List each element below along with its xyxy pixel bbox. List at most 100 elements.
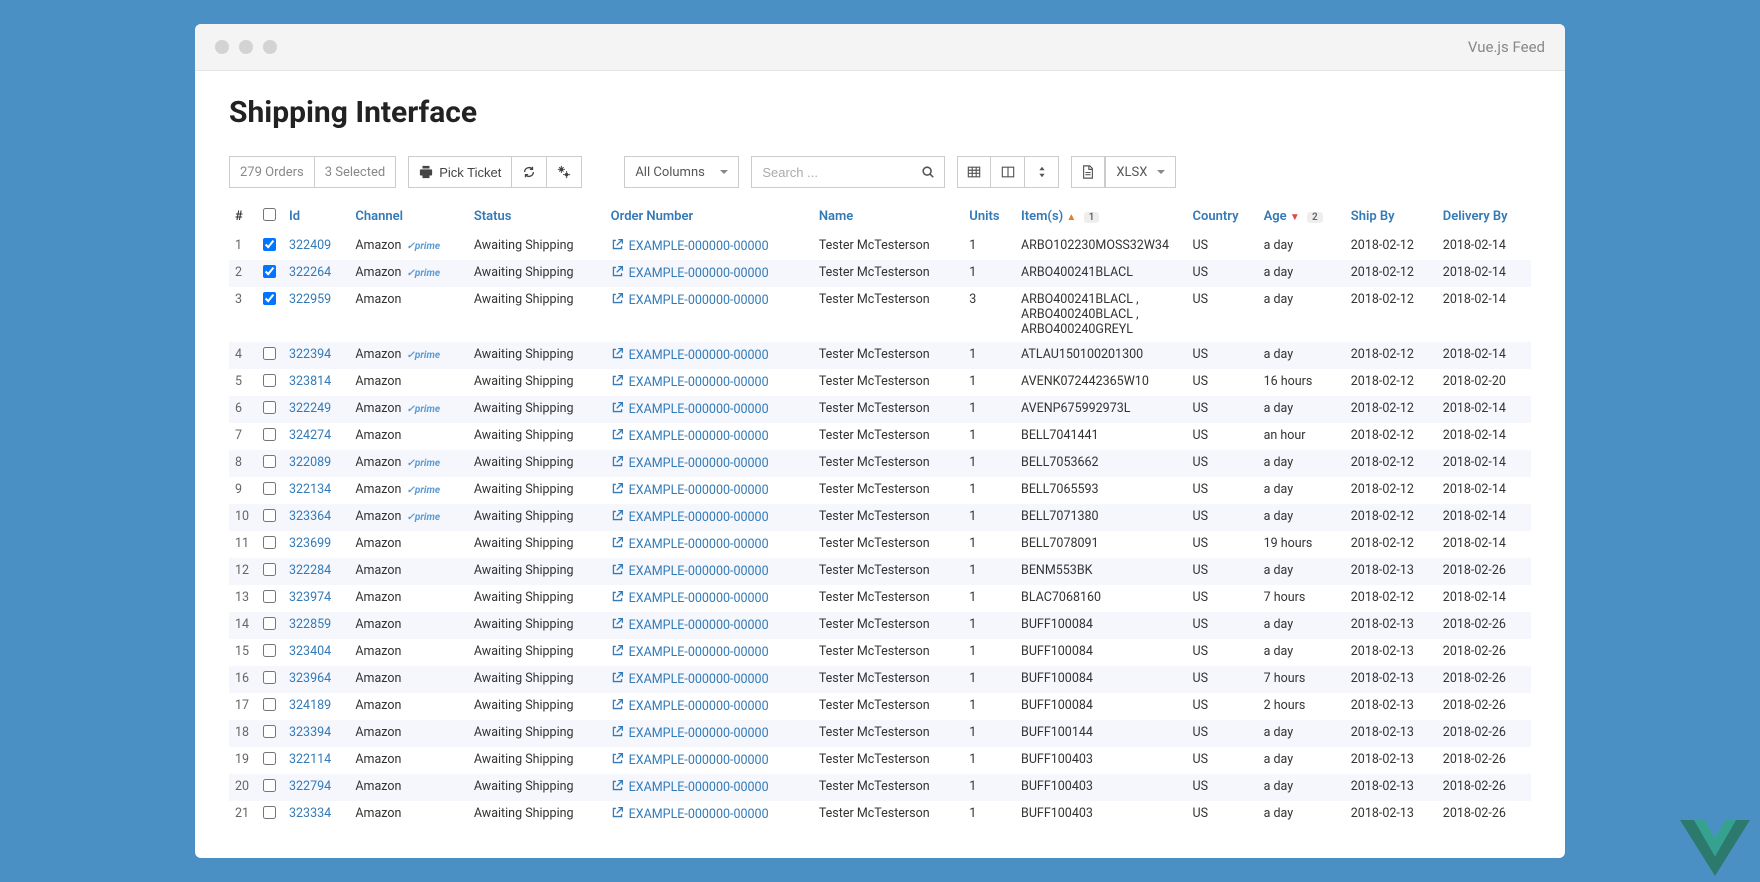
row-checkbox[interactable] xyxy=(263,644,276,657)
col-age[interactable]: Age ▼ 2 xyxy=(1258,202,1345,233)
table-row[interactable]: 16323964AmazonAwaiting ShippingEXAMPLE-0… xyxy=(229,666,1531,693)
table-row[interactable]: 21323334AmazonAwaiting ShippingEXAMPLE-0… xyxy=(229,801,1531,828)
id-link[interactable]: 323974 xyxy=(289,590,331,605)
row-checkbox[interactable] xyxy=(263,428,276,441)
col-status[interactable]: Status xyxy=(468,202,605,233)
table-view-button[interactable] xyxy=(957,156,991,188)
order-link[interactable]: EXAMPLE-000000-00000 xyxy=(611,779,769,796)
id-link[interactable]: 322394 xyxy=(289,347,331,362)
settings-button[interactable] xyxy=(547,156,582,188)
order-link[interactable]: EXAMPLE-000000-00000 xyxy=(611,374,769,391)
col-country[interactable]: Country xyxy=(1187,202,1258,233)
col-units[interactable]: Units xyxy=(963,202,1015,233)
table-row[interactable]: 10323364Amazon ✓primeAwaiting ShippingEX… xyxy=(229,504,1531,531)
export-format-select[interactable]: XLSX xyxy=(1105,156,1176,188)
row-checkbox[interactable] xyxy=(263,374,276,387)
row-checkbox[interactable] xyxy=(263,563,276,576)
row-checkbox[interactable] xyxy=(263,617,276,630)
table-row[interactable]: 3322959AmazonAwaiting ShippingEXAMPLE-00… xyxy=(229,287,1531,342)
table-row[interactable]: 12322284AmazonAwaiting ShippingEXAMPLE-0… xyxy=(229,558,1531,585)
id-link[interactable]: 322794 xyxy=(289,779,331,794)
table-row[interactable]: 18323394AmazonAwaiting ShippingEXAMPLE-0… xyxy=(229,720,1531,747)
table-row[interactable]: 11323699AmazonAwaiting ShippingEXAMPLE-0… xyxy=(229,531,1531,558)
order-link[interactable]: EXAMPLE-000000-00000 xyxy=(611,752,769,769)
order-link[interactable]: EXAMPLE-000000-00000 xyxy=(611,698,769,715)
table-row[interactable]: 8322089Amazon ✓primeAwaiting ShippingEXA… xyxy=(229,450,1531,477)
id-link[interactable]: 322284 xyxy=(289,563,331,578)
id-link[interactable]: 322114 xyxy=(289,752,331,767)
search-button[interactable] xyxy=(911,156,945,188)
row-checkbox[interactable] xyxy=(263,482,276,495)
window-dot-2[interactable] xyxy=(239,40,253,54)
id-link[interactable]: 323394 xyxy=(289,725,331,740)
row-checkbox[interactable] xyxy=(263,590,276,603)
order-link[interactable]: EXAMPLE-000000-00000 xyxy=(611,265,769,282)
table-row[interactable]: 9322134Amazon ✓primeAwaiting ShippingEXA… xyxy=(229,477,1531,504)
table-row[interactable]: 2322264Amazon ✓primeAwaiting ShippingEXA… xyxy=(229,260,1531,287)
order-link[interactable]: EXAMPLE-000000-00000 xyxy=(611,563,769,580)
row-checkbox[interactable] xyxy=(263,806,276,819)
order-link[interactable]: EXAMPLE-000000-00000 xyxy=(611,509,769,526)
id-link[interactable]: 323404 xyxy=(289,644,331,659)
row-checkbox[interactable] xyxy=(263,347,276,360)
id-link[interactable]: 323364 xyxy=(289,509,331,524)
row-checkbox[interactable] xyxy=(263,509,276,522)
id-link[interactable]: 323964 xyxy=(289,671,331,686)
table-row[interactable]: 5323814AmazonAwaiting ShippingEXAMPLE-00… xyxy=(229,369,1531,396)
col-order-number[interactable]: Order Number xyxy=(605,202,813,233)
table-row[interactable]: 13323974AmazonAwaiting ShippingEXAMPLE-0… xyxy=(229,585,1531,612)
order-link[interactable]: EXAMPLE-000000-00000 xyxy=(611,671,769,688)
col-num[interactable]: # xyxy=(229,202,257,233)
col-delivery-by[interactable]: Delivery By xyxy=(1437,202,1531,233)
row-checkbox[interactable] xyxy=(263,401,276,414)
export-file-button[interactable] xyxy=(1071,156,1105,188)
table-row[interactable]: 19322114AmazonAwaiting ShippingEXAMPLE-0… xyxy=(229,747,1531,774)
order-link[interactable]: EXAMPLE-000000-00000 xyxy=(611,428,769,445)
order-link[interactable]: EXAMPLE-000000-00000 xyxy=(611,455,769,472)
row-checkbox[interactable] xyxy=(263,536,276,549)
select-all-checkbox[interactable] xyxy=(263,208,276,221)
window-dot-3[interactable] xyxy=(263,40,277,54)
table-row[interactable]: 6322249Amazon ✓primeAwaiting ShippingEXA… xyxy=(229,396,1531,423)
order-link[interactable]: EXAMPLE-000000-00000 xyxy=(611,482,769,499)
row-checkbox[interactable] xyxy=(263,698,276,711)
window-dot-1[interactable] xyxy=(215,40,229,54)
order-link[interactable]: EXAMPLE-000000-00000 xyxy=(611,590,769,607)
id-link[interactable]: 322859 xyxy=(289,617,331,632)
refresh-button[interactable] xyxy=(512,156,547,188)
row-checkbox[interactable] xyxy=(263,455,276,468)
order-link[interactable]: EXAMPLE-000000-00000 xyxy=(611,644,769,661)
row-checkbox[interactable] xyxy=(263,238,276,251)
id-link[interactable]: 322959 xyxy=(289,292,331,307)
pick-ticket-button[interactable]: Pick Ticket xyxy=(408,156,512,188)
col-channel[interactable]: Channel xyxy=(349,202,468,233)
column-filter-select[interactable]: All Columns xyxy=(624,156,739,188)
table-row[interactable]: 15323404AmazonAwaiting ShippingEXAMPLE-0… xyxy=(229,639,1531,666)
table-row[interactable]: 14322859AmazonAwaiting ShippingEXAMPLE-0… xyxy=(229,612,1531,639)
col-items[interactable]: Item(s) ▲ 1 xyxy=(1015,202,1187,233)
row-checkbox[interactable] xyxy=(263,779,276,792)
id-link[interactable]: 324189 xyxy=(289,698,331,713)
id-link[interactable]: 322089 xyxy=(289,455,331,470)
order-link[interactable]: EXAMPLE-000000-00000 xyxy=(611,725,769,742)
row-checkbox[interactable] xyxy=(263,265,276,278)
col-id[interactable]: Id xyxy=(283,202,349,233)
row-checkbox[interactable] xyxy=(263,671,276,684)
table-row[interactable]: 20322794AmazonAwaiting ShippingEXAMPLE-0… xyxy=(229,774,1531,801)
id-link[interactable]: 322249 xyxy=(289,401,331,416)
search-input[interactable] xyxy=(751,156,911,188)
row-checkbox[interactable] xyxy=(263,752,276,765)
order-link[interactable]: EXAMPLE-000000-00000 xyxy=(611,347,769,364)
table-row[interactable]: 17324189AmazonAwaiting ShippingEXAMPLE-0… xyxy=(229,693,1531,720)
columns-view-button[interactable] xyxy=(991,156,1025,188)
order-link[interactable]: EXAMPLE-000000-00000 xyxy=(611,292,769,309)
order-link[interactable]: EXAMPLE-000000-00000 xyxy=(611,536,769,553)
col-name[interactable]: Name xyxy=(813,202,963,233)
table-row[interactable]: 7324274AmazonAwaiting ShippingEXAMPLE-00… xyxy=(229,423,1531,450)
sort-button[interactable] xyxy=(1025,156,1059,188)
table-row[interactable]: 1322409Amazon ✓primeAwaiting ShippingEXA… xyxy=(229,233,1531,260)
table-row[interactable]: 4322394Amazon ✓primeAwaiting ShippingEXA… xyxy=(229,342,1531,369)
id-link[interactable]: 323699 xyxy=(289,536,331,551)
order-link[interactable]: EXAMPLE-000000-00000 xyxy=(611,617,769,634)
order-link[interactable]: EXAMPLE-000000-00000 xyxy=(611,401,769,418)
